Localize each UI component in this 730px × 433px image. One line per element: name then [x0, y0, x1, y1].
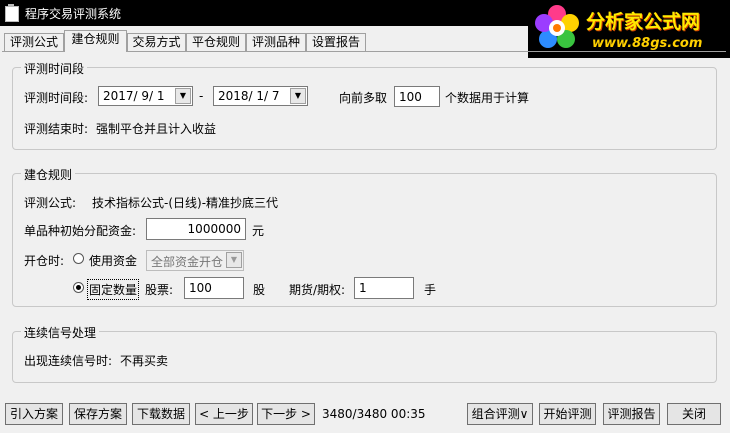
tab-instruments[interactable]: 评测品种	[246, 33, 306, 51]
open-label: 开仓时:	[24, 254, 65, 268]
end-action-value: 强制平仓并且计入收益	[96, 122, 217, 136]
end-action-label: 评测结束时:	[24, 122, 89, 136]
tab-position-rules[interactable]: 建仓规则	[64, 30, 127, 52]
signal-group: 连续信号处理	[12, 324, 717, 383]
formula-label: 评测公式:	[24, 196, 77, 210]
tab-trade-mode[interactable]: 交易方式	[127, 33, 186, 51]
formula-value: 技术指标公式-(日线)-精准抄底三代	[92, 196, 279, 210]
import-plan-button[interactable]: 引入方案	[5, 403, 63, 425]
logo-brand-text: 分析家公式网	[586, 11, 701, 33]
end-date-picker[interactable]: 2018/ 1/ 7 ▼	[213, 86, 308, 106]
window-title: 程序交易评测系统	[25, 7, 122, 21]
futures-label: 期货/期权:	[289, 283, 346, 297]
tab-formula[interactable]: 评测公式	[4, 33, 64, 51]
test-report-button[interactable]: 评测报告	[603, 403, 660, 425]
futures-unit: 手	[424, 283, 437, 297]
period-label: 评测时间段:	[24, 91, 89, 105]
radio-use-capital[interactable]	[73, 253, 84, 264]
signal-group-legend: 连续信号处理	[21, 324, 100, 341]
start-test-button[interactable]: 开始评测	[539, 403, 596, 425]
capital-mode-select[interactable]: 全部资金开仓 ▼	[146, 250, 244, 271]
capital-unit: 元	[252, 224, 265, 238]
fixed-quantity-label[interactable]: 固定数量	[86, 279, 140, 300]
use-capital-label: 使用资金	[89, 254, 138, 268]
chevron-down-icon[interactable]: ▼	[226, 252, 242, 268]
signal-value: 不再买卖	[120, 354, 169, 368]
app-icon	[5, 4, 19, 22]
site-logo: 分析家公式网 www.88gs.com	[528, 0, 730, 58]
start-date-value: 2017/ 9/ 1	[103, 89, 165, 103]
lookback-label: 向前多取	[339, 91, 388, 105]
futures-quantity-input[interactable]	[354, 277, 414, 299]
lookback-suffix: 个数据用于计算	[445, 91, 530, 105]
flower-logo-icon	[535, 5, 579, 48]
capital-mode-value: 全部资金开仓	[151, 255, 224, 269]
logo-url-text: www.88gs.com	[592, 36, 703, 51]
radio-fixed-quantity[interactable]	[73, 282, 84, 293]
save-plan-button[interactable]: 保存方案	[69, 403, 127, 425]
stock-unit: 股	[253, 283, 266, 297]
chevron-down-icon[interactable]: ▼	[175, 88, 191, 104]
capital-label: 单品种初始分配资金:	[24, 224, 137, 238]
period-group-legend: 评测时间段	[21, 60, 88, 77]
close-button[interactable]: 关闭	[667, 403, 721, 425]
progress-status: 3480/3480 00:35	[322, 407, 426, 421]
bottom-bar: 引入方案 保存方案 下载数据 < 上一步 下一步 > 3480/3480 00:…	[0, 394, 730, 433]
combo-test-button[interactable]: 组合评测∨	[467, 403, 533, 425]
tab-close-rules[interactable]: 平仓规则	[186, 33, 246, 51]
prev-step-button[interactable]: < 上一步	[195, 403, 253, 425]
lookback-input[interactable]	[394, 86, 440, 107]
start-date-picker[interactable]: 2017/ 9/ 1 ▼	[98, 86, 193, 106]
next-step-button[interactable]: 下一步 >	[257, 403, 315, 425]
signal-label: 出现连续信号时:	[24, 354, 113, 368]
tab-report-settings[interactable]: 设置报告	[306, 33, 366, 51]
stock-label: 股票:	[145, 283, 174, 297]
chevron-down-icon[interactable]: ▼	[290, 88, 306, 104]
capital-input[interactable]	[146, 218, 246, 240]
end-date-value: 2018/ 1/ 7	[218, 89, 280, 103]
date-separator: -	[199, 89, 204, 103]
position-group-legend: 建仓规则	[21, 166, 76, 183]
period-group: 评测时间段	[12, 60, 717, 150]
download-data-button[interactable]: 下载数据	[132, 403, 190, 425]
stock-quantity-input[interactable]	[184, 277, 244, 299]
